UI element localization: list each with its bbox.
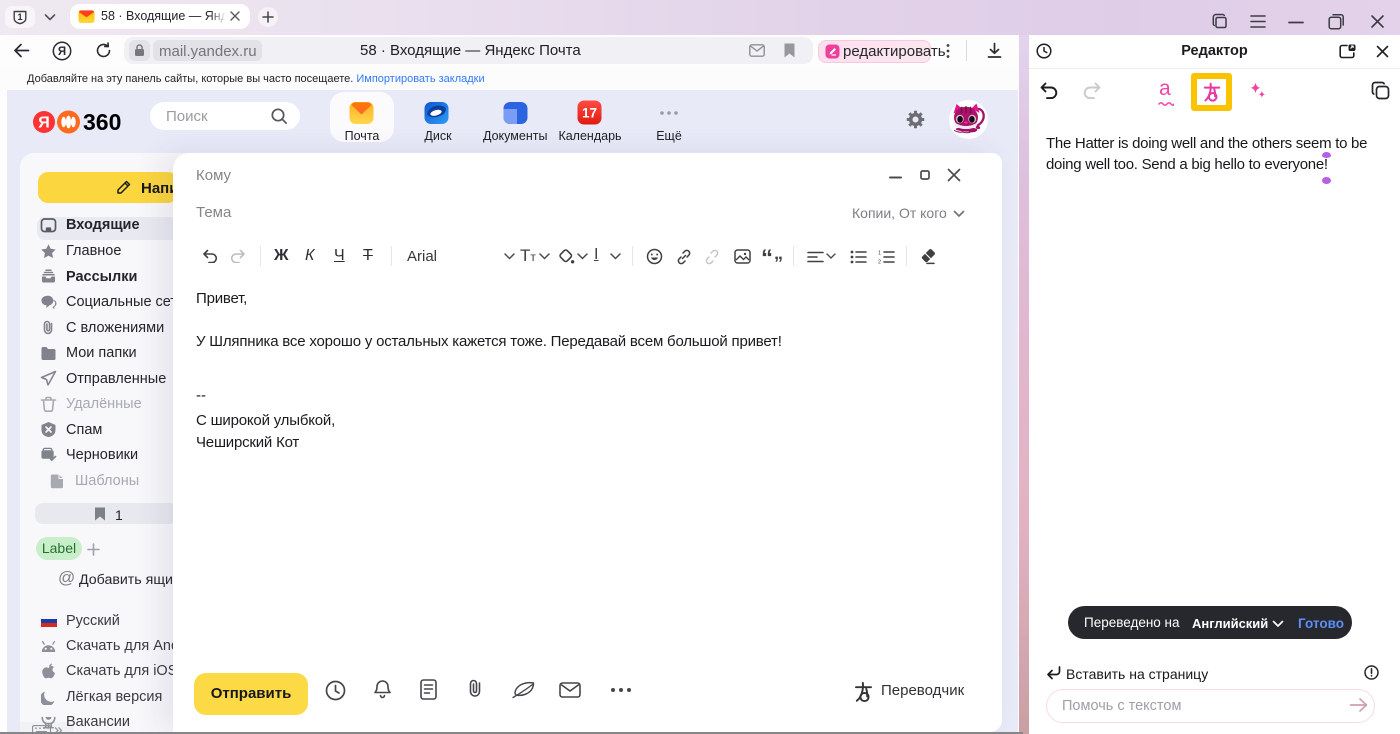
svg-text:360: 360 [83,109,121,135]
svg-text:2: 2 [878,260,881,265]
svg-text:17: 17 [582,106,597,121]
svg-text:Я: Я [58,46,66,58]
svg-text:Я: Я [38,115,50,132]
svg-text:1: 1 [17,12,22,22]
svg-text:1: 1 [878,251,881,257]
